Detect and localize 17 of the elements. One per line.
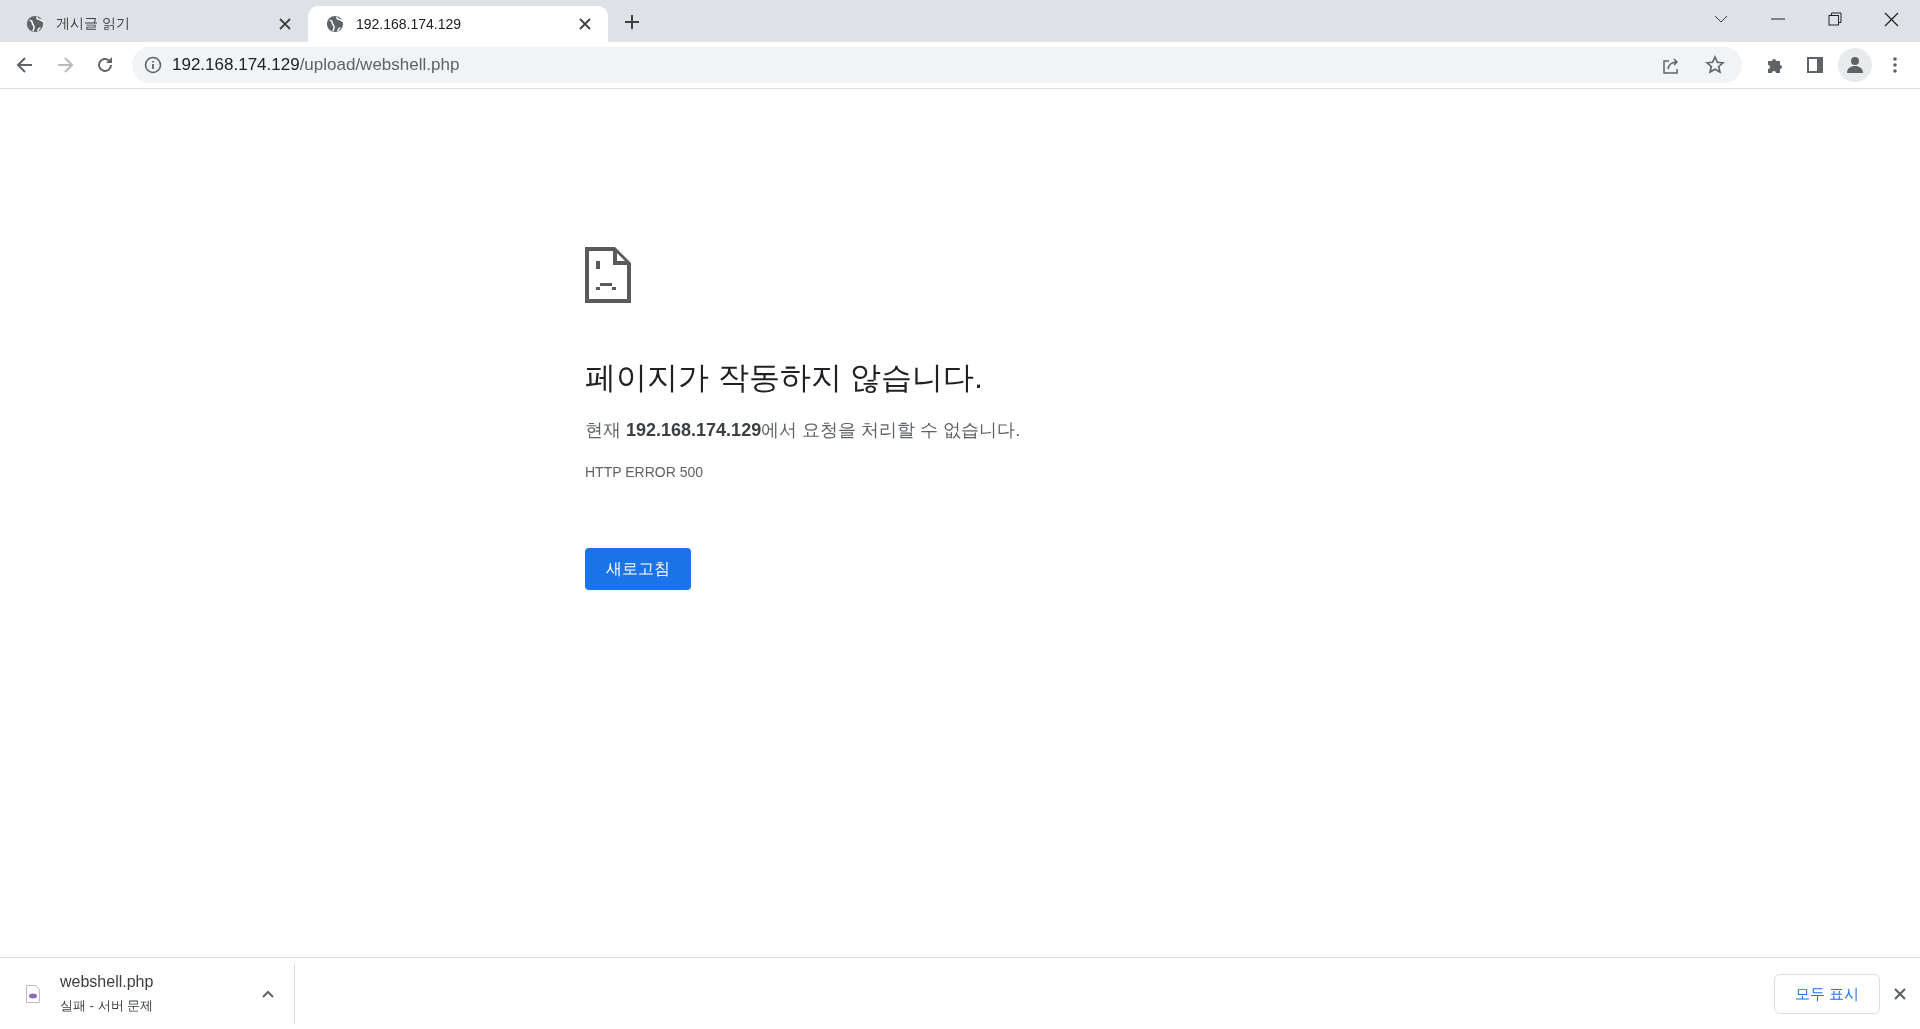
download-filename[interactable]: webshell.php [60, 973, 242, 991]
broken-page-icon [585, 247, 631, 303]
error-message: 현재 192.168.174.129에서 요청을 처리할 수 없습니다. [585, 419, 1022, 443]
error-title: 페이지가 작동하지 않습니다. [585, 359, 984, 397]
globe-icon [26, 15, 44, 33]
download-status: 실패 - 서버 문제 [60, 997, 155, 1015]
php-file-icon [26, 985, 40, 1003]
show-all-button[interactable]: 모두 표시 [1773, 974, 1880, 1014]
globe-icon [326, 15, 344, 33]
browser-tab[interactable]: 게시글 읽기 [8, 6, 308, 42]
reload-button[interactable]: 새로고침 [585, 548, 691, 591]
close-icon[interactable] [1894, 988, 1906, 1000]
chevron-up-icon[interactable] [262, 990, 274, 998]
error-code: HTTP ERROR 500 [585, 464, 704, 481]
info-icon[interactable] [144, 56, 162, 74]
profile-icon[interactable] [1838, 48, 1872, 82]
browser-tab[interactable]: 192.168.174.129 [308, 6, 608, 42]
